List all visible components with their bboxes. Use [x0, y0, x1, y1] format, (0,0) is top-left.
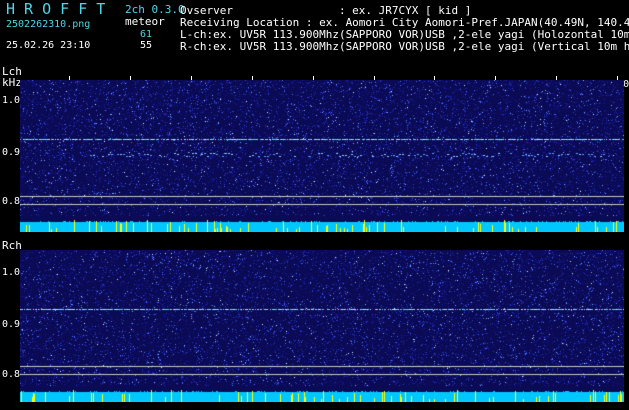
datetime: 25.02.26 23:10	[6, 40, 91, 51]
rch-waterfall	[20, 250, 624, 402]
lch-unit: kHz	[2, 76, 22, 89]
count-lch: 61	[140, 29, 153, 40]
rch-label: Rch	[2, 239, 22, 252]
rch-ytick-2: 0.9	[2, 319, 21, 330]
filename: 2502262310.png	[6, 19, 91, 30]
hrofft-window: H R O F F T 2ch 0.3.0 meteor 2502262310.…	[0, 0, 629, 410]
rch-ytick-1: 1.0	[2, 267, 21, 278]
lch-waterfall	[20, 80, 624, 232]
mode-sub-label: meteor	[125, 15, 165, 28]
mode-label: 2ch 0.3.0	[125, 3, 185, 16]
rch-ytick-3: 0.8	[2, 369, 21, 380]
lch-ytick-2: 0.9	[2, 147, 21, 158]
app-title: H R O F F T	[6, 0, 106, 18]
lch-ytick-1: 1.0	[2, 95, 21, 106]
observer-line: Ovserver : ex. JR7CYX [ kid ]	[180, 4, 472, 17]
rch-info-line: R-ch:ex. UV5R 113.900Mhz(SAPPORO VOR)USB…	[180, 40, 629, 53]
lch-ytick-3: 0.8	[2, 196, 21, 207]
location-line: Receiving Location : ex. Aomori City Aom…	[180, 16, 629, 29]
count-rch: 55	[140, 40, 153, 51]
lch-info-line: L-ch:ex. UV5R 113.900Mhz(SAPPORO VOR)USB…	[180, 28, 629, 41]
